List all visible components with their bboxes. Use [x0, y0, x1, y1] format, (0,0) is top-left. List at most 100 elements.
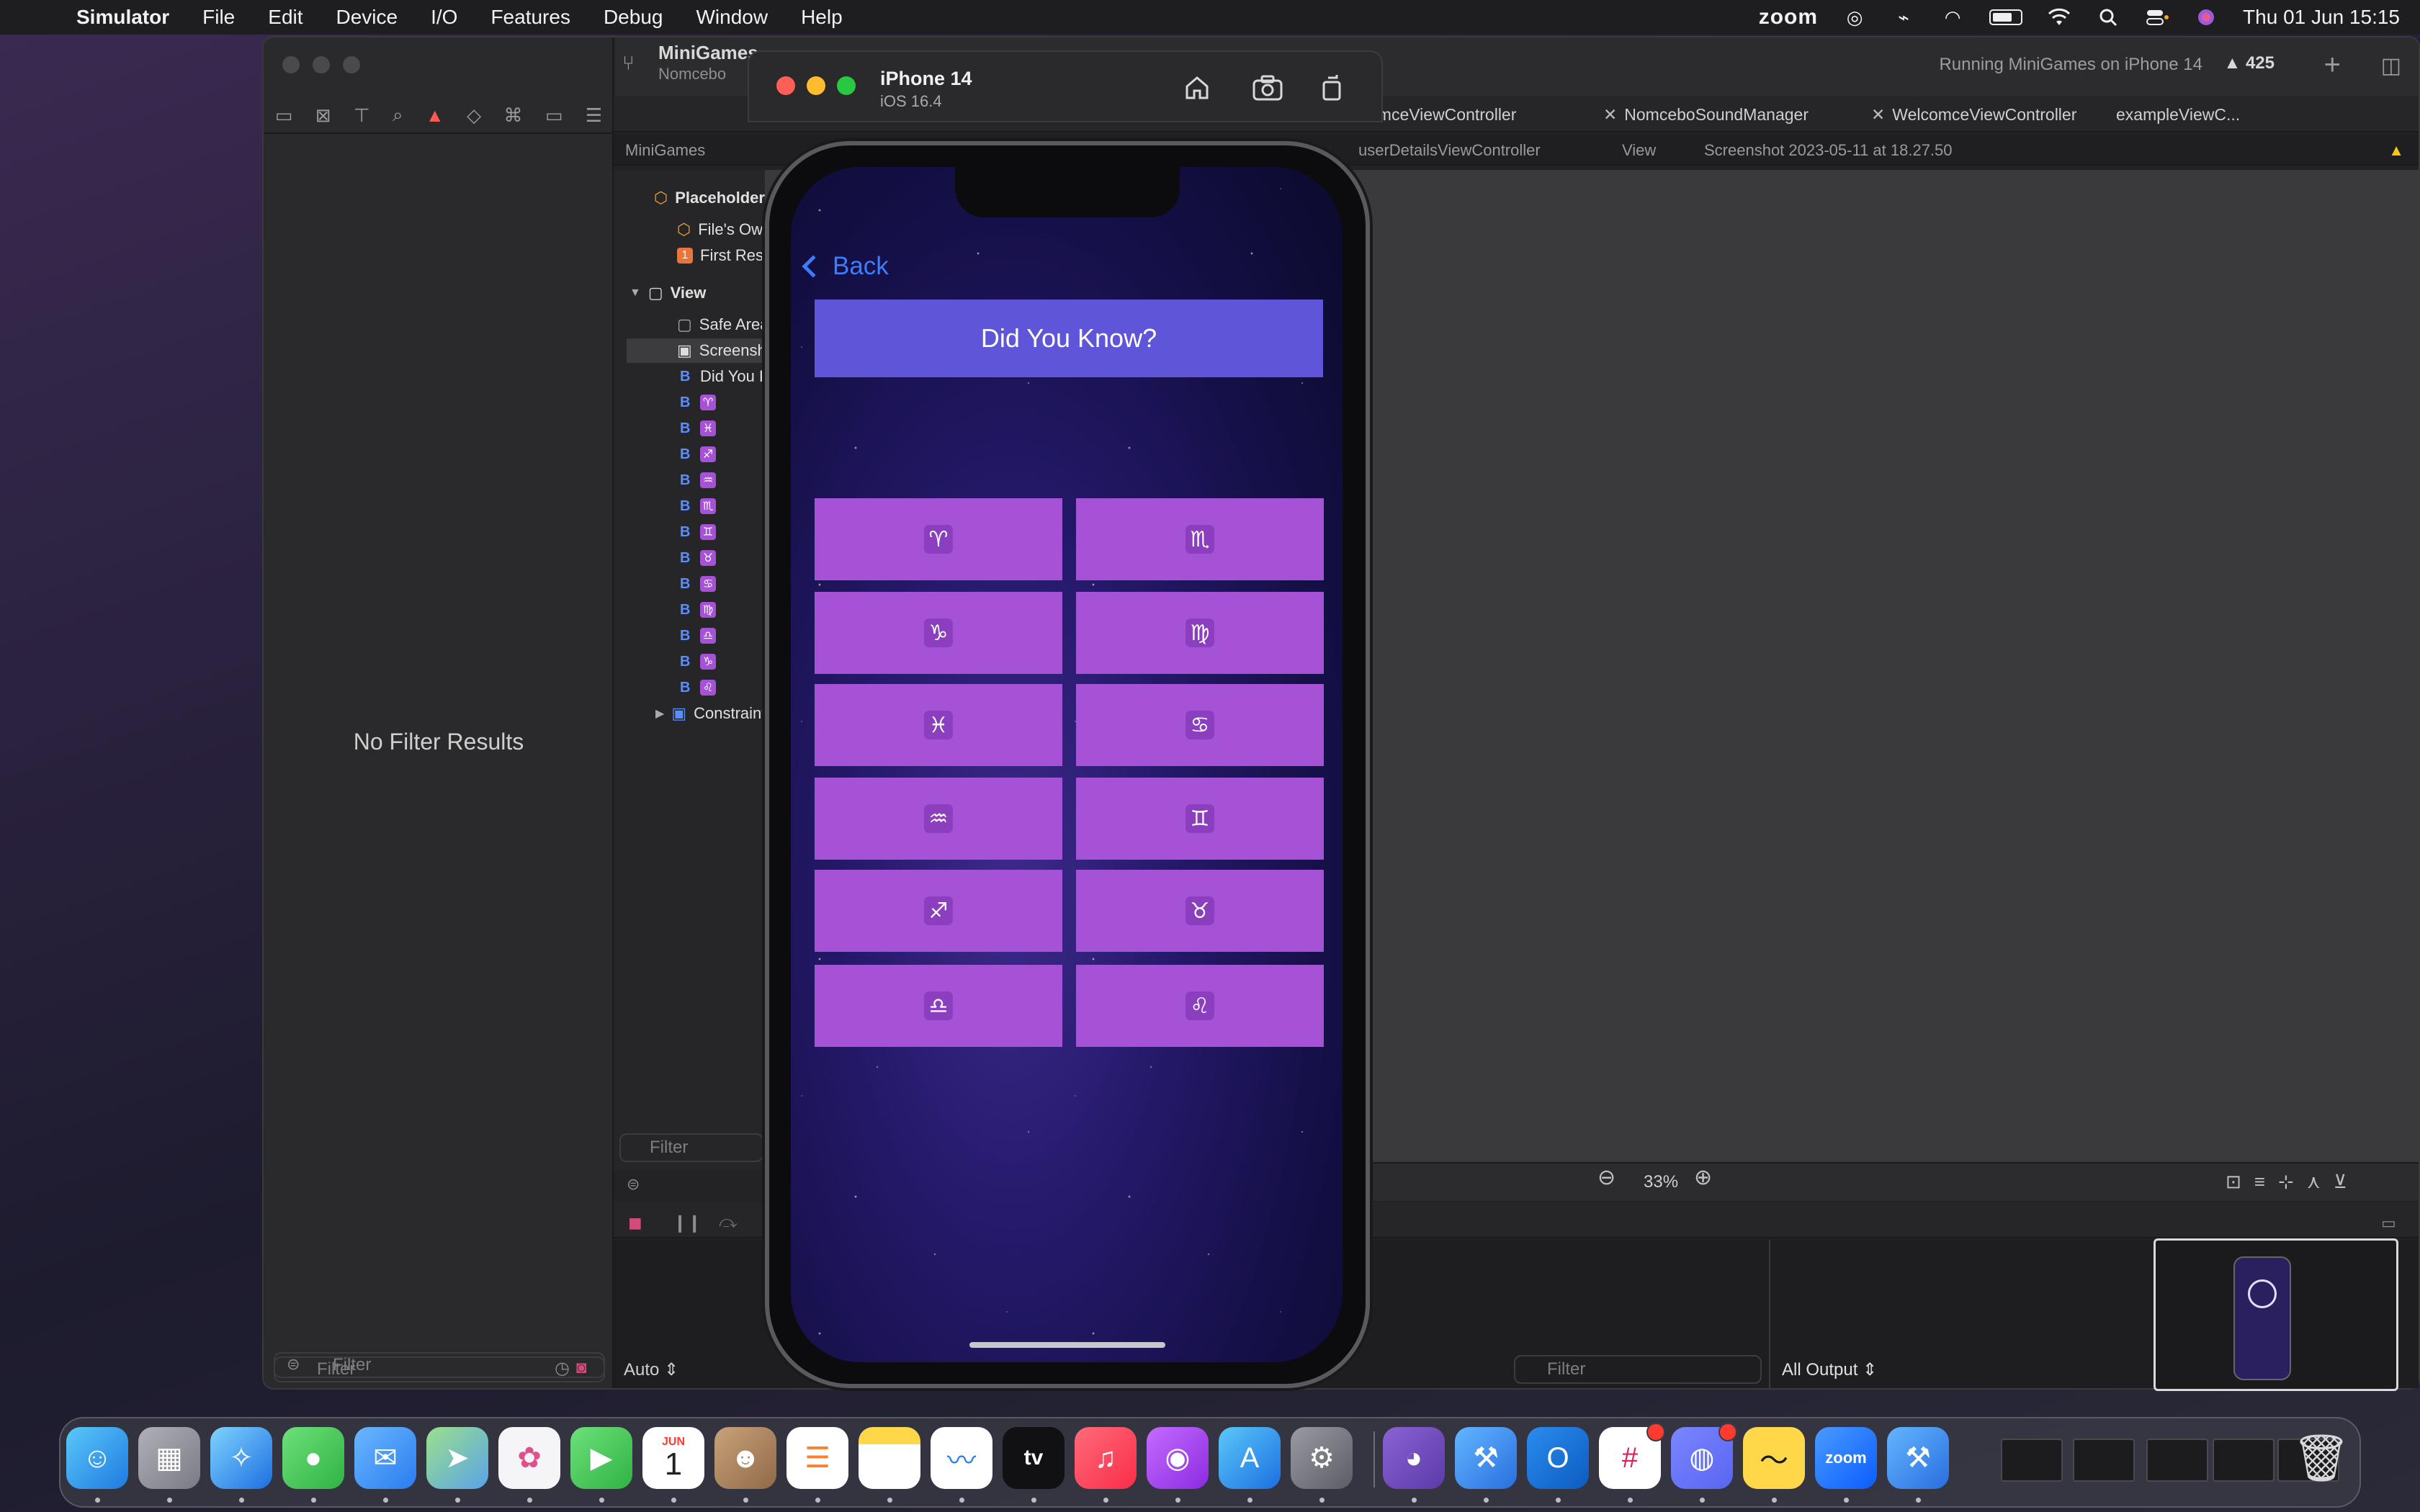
symbol-icon[interactable]: ⊤ — [354, 104, 370, 127]
freeform-icon[interactable]: 〰 — [931, 1427, 992, 1489]
modified-files-icon[interactable]: ◙ — [576, 1358, 587, 1378]
rotate-device-icon[interactable] — [1315, 71, 1350, 105]
zodiac-button[interactable]: ♍ — [1076, 592, 1324, 674]
outline-zodiac-button[interactable]: B ♓ — [680, 416, 716, 441]
project-name[interactable]: MiniGames — [658, 42, 758, 64]
control-center-icon[interactable] — [2145, 6, 2169, 28]
zoom-icon[interactable]: zoom — [1815, 1427, 1877, 1489]
outline-zodiac-button[interactable]: B ♊ — [680, 520, 716, 544]
slack-icon[interactable]: # — [1599, 1423, 1665, 1489]
app-store-icon[interactable]: A — [1219, 1427, 1281, 1489]
outline-constraints[interactable]: ▶ ▣ Constraints — [655, 701, 774, 726]
broadcast-status-icon[interactable]: ◠ — [1940, 6, 1965, 28]
pause-icon[interactable]: ❙❙ — [673, 1212, 702, 1233]
tv-icon[interactable]: tv — [1003, 1427, 1065, 1489]
menu-device[interactable]: Device — [336, 6, 398, 29]
outline-zodiac-button[interactable]: B ♏ — [680, 494, 716, 518]
outline-zodiac-button[interactable]: B ♎ — [680, 624, 716, 648]
xcode-beta-icon[interactable]: ⚒ — [1887, 1427, 1949, 1489]
mail-icon[interactable]: ✉ — [354, 1427, 416, 1489]
zodiac-button[interactable]: ♈ — [815, 498, 1062, 580]
tab-welcomce-view-controller[interactable]: ✕ WelcomceViewController — [1871, 105, 2076, 125]
menu-help[interactable]: Help — [801, 6, 843, 29]
podcasts-icon[interactable]: ◉ — [1147, 1427, 1209, 1489]
discord-icon[interactable]: ◍ — [1671, 1423, 1737, 1489]
tab-omce-view-controller[interactable]: omceViewController — [1368, 105, 1516, 125]
back-button[interactable]: Back — [798, 251, 889, 282]
menu-window[interactable]: Window — [696, 6, 768, 29]
menu-file[interactable]: File — [202, 6, 235, 29]
step-over-icon[interactable]: ⤼ — [719, 1212, 738, 1233]
notes-icon[interactable] — [859, 1427, 920, 1489]
inspector-toggle-icon[interactable]: ◫ — [2381, 53, 2401, 78]
disclosure-open-icon[interactable]: ▼ — [629, 287, 641, 300]
simulator-minimize-button[interactable] — [807, 76, 825, 95]
zodiac-button[interactable]: ♌ — [1076, 965, 1324, 1047]
zodiac-button[interactable]: ♎ — [815, 965, 1062, 1047]
jumpbar-project[interactable]: MiniGames — [625, 141, 705, 160]
music-icon[interactable]: ♫ — [1075, 1427, 1137, 1489]
jumpbar-view[interactable]: View — [1622, 141, 1656, 160]
outline-zodiac-button[interactable]: B ♍ — [680, 598, 716, 622]
zoom-out-icon[interactable]: ⊖ — [1597, 1165, 1615, 1190]
jumpbar-screenshot[interactable]: Screenshot 2023-05-11 at 18.27.50 — [1704, 141, 1953, 160]
calendar-icon[interactable]: JUN 1 — [642, 1427, 704, 1489]
minimized-window-thumbnail[interactable] — [2213, 1439, 2275, 1482]
screenshot-camera-icon[interactable] — [1250, 71, 1285, 105]
trash-icon[interactable]: 🗑 — [2290, 1427, 2352, 1489]
console-output-select[interactable]: All Output ⇕ — [1782, 1359, 1877, 1380]
system-settings-icon[interactable]: ⚙ — [1291, 1427, 1353, 1489]
folder-icon[interactable]: ▭ — [275, 104, 293, 127]
zodiac-button[interactable]: ♏ — [1076, 498, 1324, 580]
photos-icon[interactable]: ✿ — [498, 1427, 560, 1489]
menu-io[interactable]: I/O — [431, 6, 457, 29]
menu-clock[interactable]: Thu 01 Jun 15:15 — [2243, 6, 2400, 29]
menu-edit[interactable]: Edit — [268, 6, 302, 29]
airplay-status-icon[interactable]: ◎ — [1842, 6, 1867, 28]
outline-safe-area[interactable]: ▢ Safe Area — [677, 312, 768, 337]
github-desktop-icon[interactable]: ◕ — [1383, 1427, 1445, 1489]
jumpbar-file[interactable]: userDetailsViewController — [1358, 141, 1541, 160]
messages-icon[interactable]: ● — [282, 1427, 344, 1489]
zodiac-button[interactable]: ♊ — [1076, 778, 1324, 860]
zoom-window-button[interactable] — [343, 56, 360, 73]
basecamp-icon[interactable]: 〜 — [1743, 1427, 1805, 1489]
hide-debug-area-icon[interactable]: ▭ — [2381, 1214, 2396, 1233]
simulator-close-button[interactable] — [776, 76, 795, 95]
menu-features[interactable]: Features — [490, 6, 570, 29]
outline-screenshot[interactable]: ▣ Screenshot — [627, 338, 779, 363]
minimize-window-button[interactable] — [313, 56, 330, 73]
maps-icon[interactable]: ➤ — [426, 1427, 488, 1489]
tab-example-view-controller[interactable]: exampleViewC... — [2116, 105, 2240, 125]
zoom-status-item[interactable]: zoom — [1759, 5, 1818, 30]
minimized-window-thumbnail[interactable] — [2073, 1439, 2135, 1482]
outline-zodiac-button[interactable]: B ♐ — [680, 442, 716, 467]
siri-icon[interactable] — [2194, 6, 2218, 28]
jumpbar-warning-icon[interactable]: ▲ — [2388, 141, 2404, 160]
zoom-in-icon[interactable]: ⊕ — [1694, 1165, 1712, 1190]
battery-icon[interactable] — [1989, 9, 2023, 25]
outline-zodiac-button[interactable]: B ♋ — [680, 572, 716, 596]
report-icon[interactable]: ☰ — [586, 104, 602, 127]
outline-filter-input[interactable]: Filter — [619, 1133, 763, 1162]
screenshot-thumbnail[interactable] — [2154, 1238, 2398, 1391]
zodiac-button[interactable]: ♋ — [1076, 684, 1324, 766]
breakpoints-toggle-icon[interactable]: ◼ — [628, 1212, 642, 1233]
safari-icon[interactable]: ✧ — [210, 1427, 272, 1489]
console-filter-input[interactable]: Filter — [1514, 1355, 1762, 1384]
variables-scope-select[interactable]: Auto ⇕ — [624, 1359, 678, 1380]
minimized-window-thumbnail[interactable] — [2001, 1439, 2063, 1482]
spotlight-search-icon[interactable] — [2096, 6, 2120, 28]
reminders-icon[interactable]: ☰ — [786, 1427, 848, 1489]
outline-placeholders[interactable]: ⬡ Placeholders — [654, 186, 774, 210]
contacts-icon[interactable]: ☻ — [714, 1427, 776, 1489]
outline-zodiac-button[interactable]: B ♉ — [680, 546, 716, 570]
zodiac-button[interactable]: ♉ — [1076, 870, 1324, 952]
test-icon[interactable]: ◇ — [467, 104, 481, 127]
outline-zodiac-button[interactable]: B ♌ — [680, 675, 716, 700]
outline-zodiac-button[interactable]: B ♒ — [680, 468, 716, 492]
debug-icon[interactable]: ⌘ — [503, 104, 522, 127]
tab-nomcebo-sound-manager[interactable]: ✕ NomceboSoundManager — [1603, 105, 1809, 125]
outline-zodiac-button[interactable]: B ♈ — [680, 390, 716, 415]
activity-status-icon[interactable]: ⌁ — [1891, 6, 1916, 28]
